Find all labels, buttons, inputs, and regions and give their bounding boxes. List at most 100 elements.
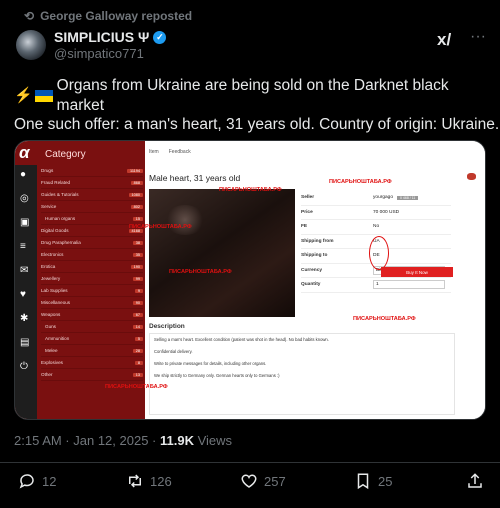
user-icon: ● — [20, 169, 27, 180]
listing-panel: Item Feedback Male heart, 31 years old П… — [105, 141, 485, 419]
watermark: ПИСАРЬНОШТАБА.РФ — [219, 187, 282, 193]
info-value-text: yourgago — [373, 195, 394, 201]
share-icon — [468, 473, 482, 488]
repost-count: 126 — [150, 473, 172, 489]
grok-icon[interactable]: x/ — [437, 30, 451, 50]
description-title: Description — [149, 323, 185, 330]
category-list: Drugs 11194 Fraud Related 868 Guides & Tutor… — [41, 165, 143, 381]
repost-button[interactable]: 126 — [126, 472, 172, 490]
heart-outline-icon — [241, 474, 257, 488]
watermark: ПИСАРЬНОШТАБА.РФ — [329, 179, 392, 185]
author-handle[interactable]: @simpatico771 — [54, 46, 144, 61]
tweet-media-image[interactable]: α Category ● ◎ ▣ ≡ ✉ ♥ ✱ ▤ ⏻ Drugs 11194 F… — [14, 140, 486, 420]
info-key: Shipping to — [301, 253, 328, 259]
repost-action-icon — [129, 474, 141, 488]
tab-feedback: Feedback — [168, 149, 191, 155]
description-line: Selling a man's heart. Excellent conditi… — [154, 337, 329, 342]
category-label: Lab Supplies — [41, 288, 68, 293]
buy-now-button: Buy It Now — [381, 267, 453, 277]
category-item: Miscellaneous 90 — [41, 297, 143, 309]
category-item: Erotica 190 — [41, 261, 143, 273]
category-count: 99 — [132, 276, 143, 281]
tab-item: Item — [149, 149, 159, 155]
category-count: 13 — [132, 372, 143, 377]
info-key: Price — [301, 209, 313, 215]
sidebar-icon-column: ● ◎ ▣ ≡ ✉ ♥ ✱ ▤ ⏻ — [15, 165, 37, 419]
info-row: Quantity 1 — [301, 278, 451, 293]
category-count: 8 — [134, 360, 143, 365]
description-line: We ship strictly to Germany only. German… — [154, 373, 280, 378]
category-item: Human organs 15 — [41, 213, 143, 225]
category-label: Drugs — [41, 168, 54, 173]
globe-icon: ◎ — [20, 193, 29, 204]
category-item: Guns 14 — [41, 321, 143, 333]
bookmark-button[interactable]: 25 — [354, 472, 392, 490]
listing-tabs: Item Feedback — [149, 149, 191, 155]
like-button[interactable]: 257 — [240, 472, 286, 490]
category-label: Erotica — [41, 264, 56, 269]
info-key: Currency — [301, 267, 323, 273]
category-label: Electronics — [41, 252, 64, 257]
tweet-text-line1: ⚡ Organs from Ukraine are being sold on … — [14, 76, 500, 116]
description-line: Write to private messages for details, i… — [154, 361, 267, 366]
reply-button[interactable]: 12 — [18, 472, 56, 490]
category-item: Ammunition 5 — [41, 333, 143, 345]
seller-rating-badge: 0 468 / 11 — [397, 195, 419, 200]
category-count: 9 — [134, 288, 143, 293]
view-count: 11.9K — [159, 433, 194, 448]
category-count: 190 — [130, 264, 143, 269]
info-value: 1 — [373, 280, 445, 290]
category-label: Ammunition — [45, 336, 70, 341]
info-value: yourgago 0 468 / 11 — [373, 195, 419, 201]
mail-icon: ✉ — [20, 265, 29, 276]
action-bar: 12 126 257 25 — [0, 472, 500, 502]
category-label: Miscellaneous — [41, 300, 71, 305]
heart-icon: ♥ — [20, 289, 26, 300]
avatar[interactable] — [16, 30, 46, 60]
info-key: Quantity — [301, 282, 321, 288]
category-count: 5 — [134, 336, 143, 341]
power-icon: ⏻ — [20, 361, 28, 372]
repost-label: George Galloway reposted — [40, 9, 193, 23]
tweet-text-line2: One such offer: a man's heart, 31 years … — [14, 116, 500, 133]
category-item: Explosives 8 — [41, 357, 143, 369]
category-count: 11194 — [127, 168, 143, 173]
info-key: Seller — [301, 195, 315, 201]
info-key: Shipping from — [301, 238, 334, 244]
more-options-icon[interactable]: ··· — [470, 28, 486, 46]
like-count: 257 — [264, 473, 286, 489]
category-count: 14 — [132, 324, 143, 329]
timestamp[interactable]: 2:15 AM · Jan 12, 2025 · — [14, 433, 160, 448]
ukraine-flag-icon — [34, 90, 53, 102]
category-item: Service 802 — [41, 201, 143, 213]
market-sidebar: α Category ● ◎ ▣ ≡ ✉ ♥ ✱ ▤ ⏻ Drugs 11194 F… — [15, 141, 145, 419]
info-value: 70 000 USD — [373, 210, 399, 215]
annotation-circle — [369, 236, 389, 270]
lightning-icon: ⚡ — [14, 87, 33, 104]
category-label: Other — [41, 372, 53, 377]
category-count: 35 — [132, 252, 143, 257]
product-title: Male heart, 31 years old — [149, 173, 241, 183]
reply-count: 12 — [42, 473, 57, 489]
info-value: No — [373, 224, 379, 229]
author-name[interactable]: SIMPLICIUS Ψ ✓ — [54, 29, 167, 45]
favorite-icon — [467, 173, 476, 180]
share-button[interactable] — [466, 472, 484, 490]
repost-indicator[interactable]: ⟲ George Galloway reposted — [24, 9, 192, 23]
reply-icon — [19, 474, 34, 489]
category-count: 1080 — [128, 192, 143, 197]
author-name-text: SIMPLICIUS Ψ — [54, 29, 150, 45]
settings-icon: ✱ — [20, 313, 29, 324]
info-key: FE — [301, 224, 308, 230]
list-icon: ≡ — [20, 241, 26, 252]
category-count: 15 — [132, 216, 143, 221]
category-item: Melee 28 — [41, 345, 143, 357]
category-label: Service — [41, 204, 57, 209]
tweet-meta: 2:15 AM · Jan 12, 2025 · 11.9K Views — [14, 433, 232, 448]
category-item: Guides & Tutorials 1080 — [41, 189, 143, 201]
category-label: Fraud Related — [41, 180, 71, 185]
category-label: Human organs — [45, 216, 76, 221]
category-item: Jewellery 99 — [41, 273, 143, 285]
description-box: Selling a man's heart. Excellent conditi… — [149, 333, 455, 415]
category-item: Electronics 35 — [41, 249, 143, 261]
